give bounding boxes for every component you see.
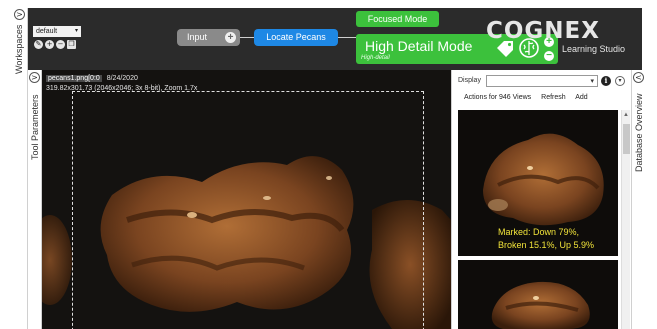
copy-icon[interactable]: ❐ [67,40,76,49]
prediction-caption: Marked: Down 79%, Broken 15.1%, Up 5.9% [498,226,594,252]
workspace-actions: ✎ + − ❐ [34,40,76,49]
database-overview-rail: < Database Overview [631,70,645,329]
scroll-up-icon[interactable]: ▲ [623,112,629,118]
workspace-select-value: default [36,28,58,35]
pipeline-connector [338,37,356,38]
tool-parameters-toggle-icon[interactable]: > [29,72,40,83]
cognex-logo: COGNEX [486,18,601,44]
database-panel: Display ▾ i ▾ Actions for 946 Views Refr… [451,70,631,329]
image-viewer[interactable]: pecans1.png[0:0 8/24/2020 319.82x301.73 … [42,70,451,329]
workspaces-label[interactable]: Workspaces [14,25,24,74]
image-thumbnail[interactable]: Marked: Down 79%, Broken 15.1%, Up 5.9% [458,110,618,256]
top-toolbar: default ▾ ✎ + − ❐ Input + Locate Pecans … [28,8,642,70]
product-name: Learning Studio [562,44,626,54]
add-tool-icon[interactable]: + [225,32,236,43]
database-overview-label[interactable]: Database Overview [634,93,644,172]
prediction-line: Marked: Down 79%, [498,227,580,237]
actions-menu[interactable]: Actions for 946 Views [464,94,531,101]
scrollbar-thumb[interactable] [623,124,630,154]
focused-mode-badge[interactable]: Focused Mode [356,11,439,27]
input-node-button[interactable]: Input + [177,29,240,46]
info-icon[interactable]: i [601,76,611,86]
remove-icon[interactable]: − [56,40,65,49]
add-button[interactable]: Add [575,94,587,101]
image-filename: pecans1.png[0:0 [46,75,102,82]
image-info: pecans1.png[0:0 8/24/2020 319.82x301.73 … [46,74,197,94]
workspaces-rail: > Workspaces [12,8,28,329]
chevron-down-icon: ▾ [590,78,594,85]
database-actions: Actions for 946 Views Refresh Add [464,94,596,101]
workspace-select[interactable]: default ▾ [33,26,81,37]
add-icon[interactable]: + [45,40,54,49]
prediction-line: Broken 15.1%, Up 5.9% [498,240,595,250]
tool-title: High Detail Mode [365,38,473,54]
pin-icon[interactable]: ✎ [34,40,43,49]
tool-parameters-label[interactable]: Tool Parameters [30,94,40,160]
display-select[interactable]: ▾ [486,75,598,87]
display-label: Display [458,77,481,84]
image-thumbnail[interactable] [458,260,618,329]
thumbnail-scrollbar[interactable]: ▲ [621,110,630,329]
image-details: 319.82x301.73 (2046x2046; 3x 8-bit), Zoo… [46,85,198,92]
database-overview-toggle-icon[interactable]: < [633,72,644,83]
pipeline-connector [240,37,254,38]
tool-subtitle: High-detail [361,55,390,61]
chevron-down-icon[interactable]: ▾ [615,76,625,86]
image-date: 8/24/2020 [106,75,138,82]
crop-region[interactable] [72,91,424,329]
input-node-label: Input [187,32,208,42]
refresh-button[interactable]: Refresh [541,94,566,101]
chevron-down-icon: ▾ [74,28,78,34]
remove-icon[interactable]: − [544,51,554,61]
tool-parameters-rail: > Tool Parameters [28,70,42,329]
locate-pecans-node-button[interactable]: Locate Pecans [254,29,338,46]
workspaces-toggle-icon[interactable]: > [14,9,25,20]
pecan-thumbnail-image [491,281,590,329]
